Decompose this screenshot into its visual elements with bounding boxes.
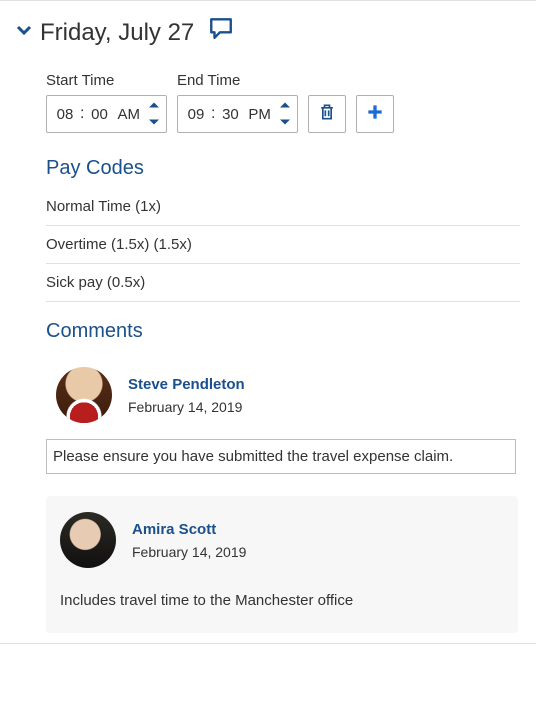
start-ampm[interactable]: AM bbox=[113, 106, 146, 123]
comment-author[interactable]: Amira Scott bbox=[132, 521, 246, 538]
comment-date: February 14, 2019 bbox=[128, 399, 245, 415]
start-hour-field[interactable] bbox=[51, 106, 79, 123]
spinner-up-icon[interactable] bbox=[148, 96, 160, 114]
plus-icon bbox=[365, 102, 385, 127]
paycodes-heading: Pay Codes bbox=[16, 157, 520, 180]
avatar bbox=[60, 512, 116, 568]
avatar bbox=[56, 367, 112, 423]
end-hour-field[interactable] bbox=[182, 106, 210, 123]
comments-heading: Comments bbox=[16, 320, 520, 343]
comment-block: Steve Pendleton February 14, 2019 Please… bbox=[46, 357, 520, 474]
end-minute-field[interactable] bbox=[216, 106, 244, 123]
comment-body: Includes travel time to the Manchester o… bbox=[60, 584, 504, 617]
paycode-item[interactable]: Sick pay (0.5x) bbox=[46, 264, 520, 302]
end-time-input[interactable]: : PM bbox=[177, 95, 298, 133]
comment-icon[interactable] bbox=[202, 17, 234, 48]
comment-author[interactable]: Steve Pendleton bbox=[128, 376, 245, 393]
delete-button[interactable] bbox=[308, 95, 346, 133]
day-header: Friday, July 27 bbox=[16, 17, 520, 48]
comment-body[interactable]: Please ensure you have submitted the tra… bbox=[46, 439, 516, 474]
spinner-down-icon[interactable] bbox=[279, 114, 291, 132]
end-time-label: End Time bbox=[177, 72, 298, 89]
trash-icon bbox=[317, 102, 337, 127]
comment-date: February 14, 2019 bbox=[132, 544, 246, 560]
start-time-label: Start Time bbox=[46, 72, 167, 89]
spinner-down-icon[interactable] bbox=[148, 114, 160, 132]
paycode-list: Normal Time (1x) Overtime (1.5x) (1.5x) … bbox=[16, 194, 520, 302]
chevron-down-icon[interactable] bbox=[16, 22, 32, 43]
paycode-item[interactable]: Normal Time (1x) bbox=[46, 194, 520, 226]
comment-block: Amira Scott February 14, 2019 Includes t… bbox=[46, 496, 518, 633]
paycode-item[interactable]: Overtime (1.5x) (1.5x) bbox=[46, 226, 520, 264]
start-minute-field[interactable] bbox=[85, 106, 113, 123]
end-ampm[interactable]: PM bbox=[244, 106, 277, 123]
start-time-input[interactable]: : AM bbox=[46, 95, 167, 133]
add-button[interactable] bbox=[356, 95, 394, 133]
day-title: Friday, July 27 bbox=[40, 19, 194, 47]
spinner-up-icon[interactable] bbox=[279, 96, 291, 114]
time-row: Start Time : AM End Time : PM bbox=[16, 72, 520, 133]
